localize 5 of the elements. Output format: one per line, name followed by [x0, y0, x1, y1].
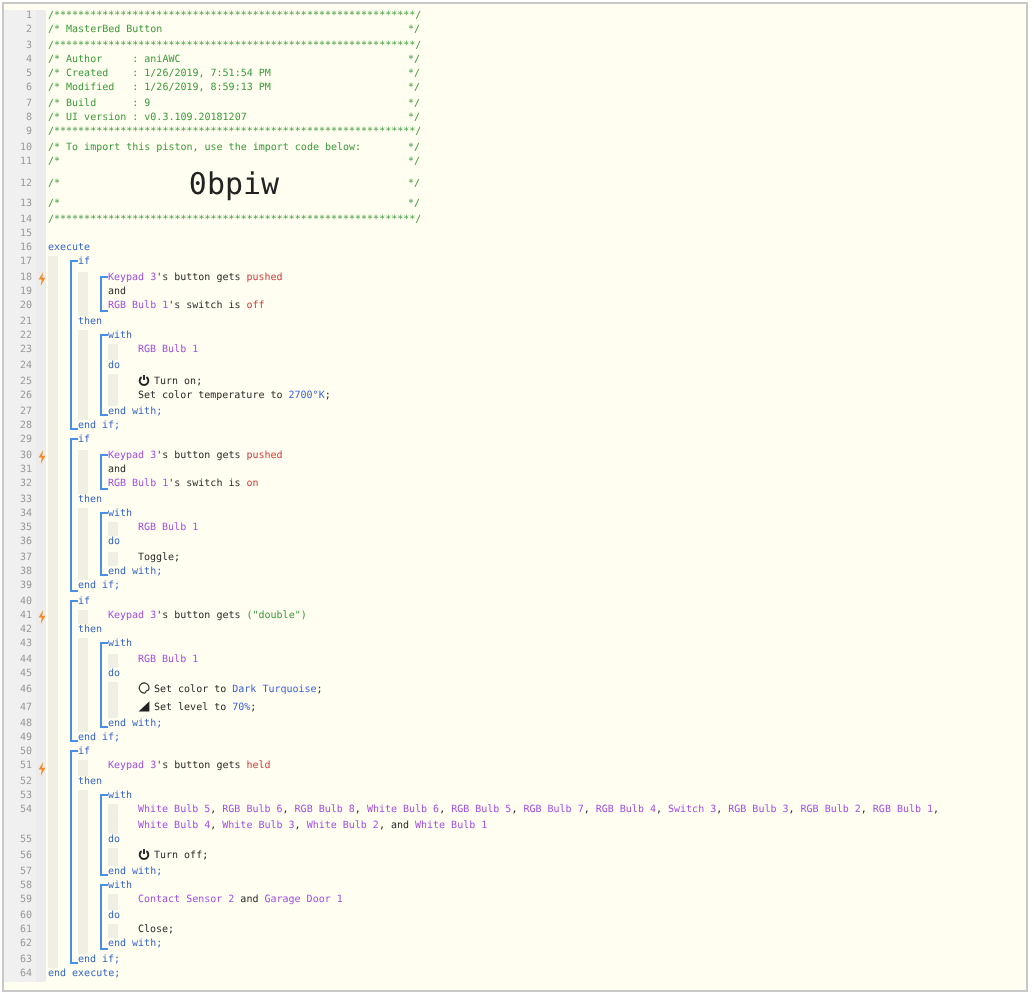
signal-level-icon [138, 699, 150, 712]
power-icon [138, 848, 150, 861]
palette-icon [138, 682, 150, 695]
power-icon [138, 373, 150, 386]
import-code: 0bpiw [188, 170, 280, 199]
